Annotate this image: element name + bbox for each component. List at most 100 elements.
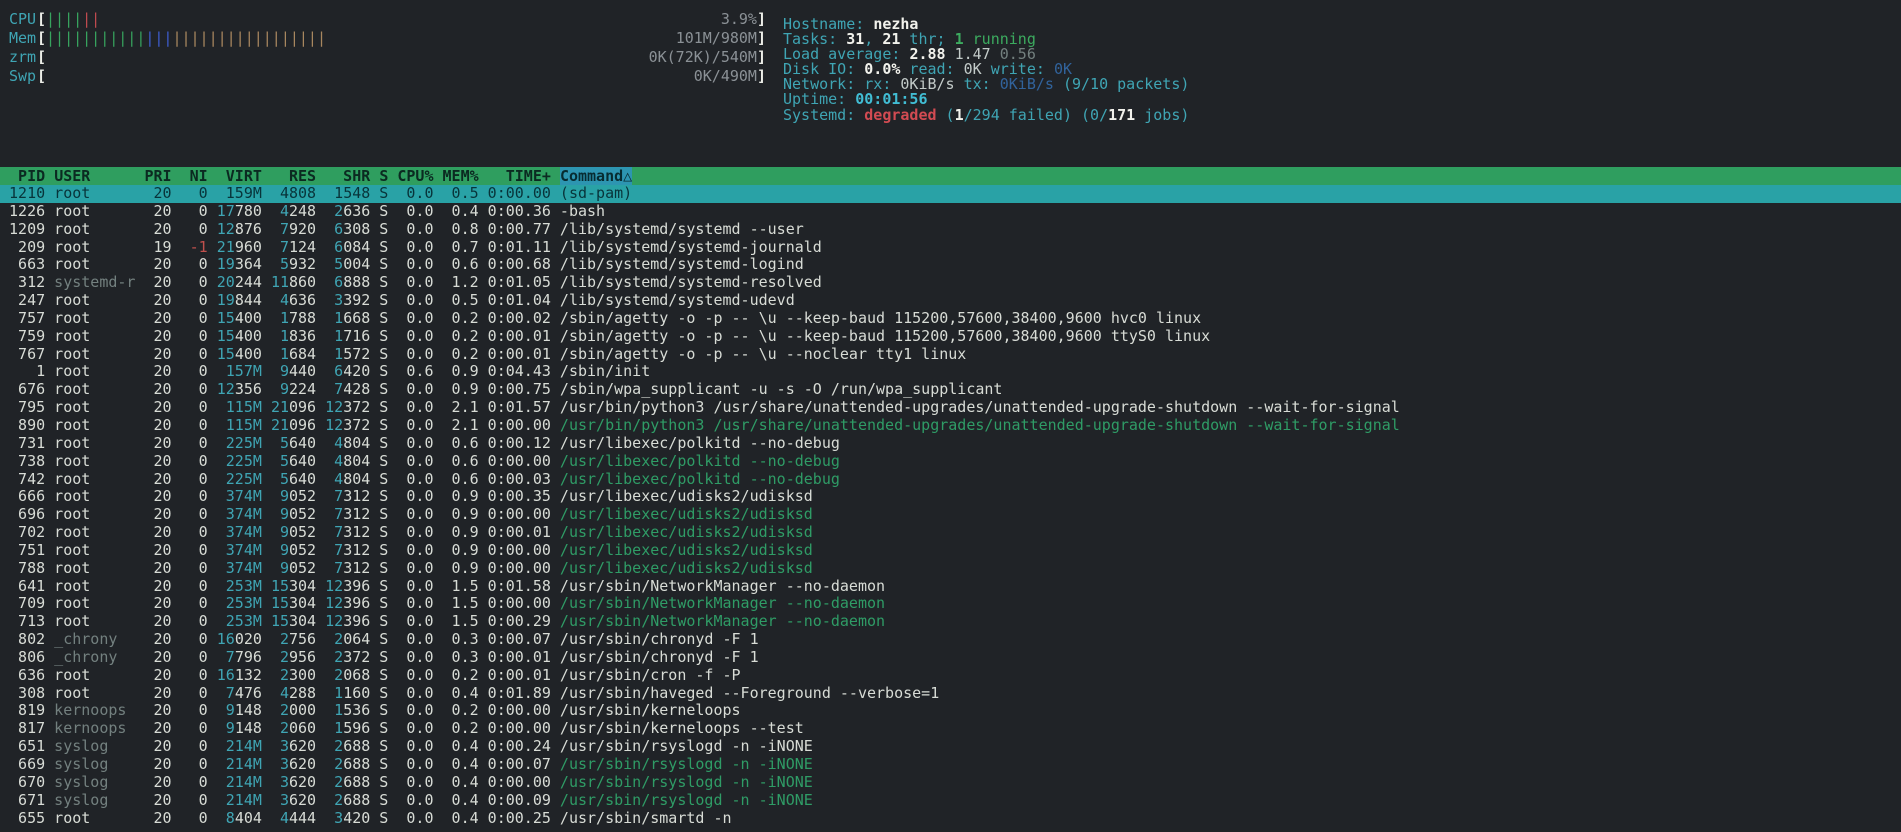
shr-cell: 7: [325, 523, 344, 542]
process-row-641[interactable]: 641 root 20 0 253M 15304 12396 S 0.0 1.5…: [0, 576, 1901, 596]
shr-cell: 428: [343, 380, 371, 399]
process-row-738[interactable]: 738 root 20 0 225M 5640 4804 S 0.0 0.6 0…: [0, 452, 1901, 471]
process-row-671[interactable]: 671 syslog 20 0 214M 3620 2688 S 0.0 0.4…: [0, 791, 1901, 810]
process-row-1226[interactable]: 1226 root 20 0 17780 4248 2636 S 0.0 0.4…: [0, 201, 1901, 221]
time-cell: 0:00.03: [478, 469, 551, 488]
state-cell: S: [370, 665, 389, 684]
process-row-806[interactable]: 806 _chrony 20 0 7796 2956 2372 S 0.0 0.…: [0, 648, 1901, 667]
process-row-669[interactable]: 669 syslog 20 0 214M 3620 2688 S 0.0 0.4…: [0, 755, 1901, 774]
pid-cell: 890: [0, 415, 46, 434]
virt-cell: 7: [216, 683, 235, 702]
cpu-cell: 0.0: [388, 201, 434, 220]
ni-cell: 0: [171, 523, 208, 542]
process-row-713[interactable]: 713 root 20 0 253M 15304 12396 S 0.0 1.5…: [0, 612, 1901, 631]
process-row-636[interactable]: 636 root 20 0 16132 2300 2068 S 0.0 0.2 …: [0, 665, 1901, 685]
column-header-cpu%[interactable]: CPU%: [397, 167, 433, 185]
process-row-767[interactable]: 767 root 20 0 15400 1684 1572 S 0.0 0.2 …: [0, 344, 1901, 364]
column-header-user[interactable]: USER: [54, 167, 135, 185]
time-cell: 0:00.25: [478, 808, 551, 827]
res-cell: 620: [289, 755, 317, 773]
cpu-cell: 0.0: [388, 273, 434, 292]
time-cell: 0:00.75: [478, 380, 551, 399]
process-row-742[interactable]: 742 root 20 0 225M 5640 4804 S 0.0 0.6 0…: [0, 469, 1901, 489]
time-cell: 0:00.00: [478, 558, 551, 577]
shr-cell: 688: [343, 737, 371, 756]
process-row-670[interactable]: 670 syslog 20 0 214M 3620 2688 S 0.0 0.4…: [0, 773, 1901, 792]
cpu-cell: 0.0: [388, 487, 434, 506]
user-cell: root: [45, 201, 136, 220]
cpu-cell: 0.0: [388, 612, 434, 631]
column-header-pri[interactable]: PRI: [145, 167, 172, 185]
res-cell: 11: [270, 273, 289, 292]
column-header-command[interactable]: Command△: [559, 167, 633, 185]
command-cell: /sbin/agetty -o -p -- \u --noclear tty1 …: [550, 344, 967, 363]
process-row-655[interactable]: 655 root 20 0 8404 4444 3420 S 0.0 0.4 0…: [0, 808, 1901, 828]
process-row-802[interactable]: 802 _chrony 20 0 16020 2756 2064 S 0.0 0…: [0, 630, 1901, 649]
virt-cell: 374M: [216, 540, 262, 559]
pri-cell: 20: [135, 612, 172, 631]
res-cell: 7: [270, 219, 289, 238]
cpu-meter-close-bracket: ]: [756, 10, 766, 28]
column-header-pid[interactable]: PID: [9, 167, 45, 185]
cpu-cell: 0.0: [388, 594, 434, 613]
process-row-1210[interactable]: 1210 root 20 0 159M 4808 1548 S 0.0 0.5 …: [0, 185, 1901, 203]
pri-cell: 20: [135, 808, 172, 827]
command-cell: /usr/bin/python3 /usr/share/unattended-u…: [550, 415, 1400, 434]
shr-cell: 372: [343, 398, 371, 417]
process-row-795[interactable]: 795 root 20 0 115M 21096 12372 S 0.0 2.1…: [0, 398, 1901, 417]
process-row-247[interactable]: 247 root 20 0 19844 4636 3392 S 0.0 0.5 …: [0, 291, 1901, 310]
time-cell: 0:00.29: [478, 612, 551, 631]
column-header-mem%[interactable]: MEM%: [443, 167, 479, 185]
process-row-308[interactable]: 308 root 20 0 7476 4288 1160 S 0.0 0.4 0…: [0, 683, 1901, 703]
res-cell: 124: [289, 237, 317, 256]
process-row-788[interactable]: 788 root 20 0 374M 9052 7312 S 0.0 0.9 0…: [0, 558, 1901, 578]
cpu-cell: 0.0: [388, 540, 434, 559]
column-header-time+[interactable]: TIME+: [488, 167, 551, 185]
mem-cell: 1.5: [433, 576, 479, 595]
process-row-696[interactable]: 696 root 20 0 374M 9052 7312 S 0.0 0.9 0…: [0, 505, 1901, 524]
pid-cell: 696: [0, 505, 46, 524]
column-header-s[interactable]: S: [379, 167, 388, 185]
user-cell: _chrony: [45, 630, 136, 649]
shr-cell: 2: [325, 201, 344, 220]
process-row-759[interactable]: 759 root 20 0 15400 1836 1716 S 0.0 0.2 …: [0, 327, 1901, 346]
cpu-cell: 0.0: [388, 665, 434, 684]
process-row-817[interactable]: 817 kernoops 20 0 9148 2060 1596 S 0.0 0…: [0, 719, 1901, 738]
mem-cell: 0.9: [433, 558, 479, 577]
process-row-819[interactable]: 819 kernoops 20 0 9148 2000 1536 S 0.0 0…: [0, 702, 1901, 720]
process-row-757[interactable]: 757 root 20 0 15400 1788 1668 S 0.0 0.2 …: [0, 308, 1901, 328]
process-row-663[interactable]: 663 root 20 0 19364 5932 5004 S 0.0 0.6 …: [0, 255, 1901, 274]
process-row-676[interactable]: 676 root 20 0 12356 9224 7428 S 0.0 0.9 …: [0, 380, 1901, 399]
process-row-702[interactable]: 702 root 20 0 374M 9052 7312 S 0.0 0.9 0…: [0, 523, 1901, 542]
command-cell: /usr/libexec/udisks2/udisksd: [550, 558, 813, 577]
process-row-890[interactable]: 890 root 20 0 115M 21096 12372 S 0.0 2.1…: [0, 415, 1901, 435]
process-row-1[interactable]: 1 root 20 0 157M 9440 6420 S 0.6 0.9 0:0…: [0, 363, 1901, 381]
mem-cell: 0.6: [433, 433, 479, 452]
process-row-312[interactable]: 312 systemd-r 20 0 20244 11860 6888 S 0.…: [0, 273, 1901, 292]
process-row-209[interactable]: 209 root 19 -1 21960 7124 6084 S 0.0 0.7…: [0, 237, 1901, 257]
pid-cell: 1210: [0, 185, 46, 202]
time-cell: 0:00.02: [478, 308, 551, 327]
process-row-666[interactable]: 666 root 20 0 374M 9052 7312 S 0.0 0.9 0…: [0, 487, 1901, 506]
column-header-ni[interactable]: NI: [181, 167, 208, 185]
process-row-731[interactable]: 731 root 20 0 225M 5640 4804 S 0.0 0.6 0…: [0, 433, 1901, 453]
column-header-virt[interactable]: VIRT: [217, 167, 262, 185]
state-cell: S: [370, 594, 389, 613]
process-row-651[interactable]: 651 syslog 20 0 214M 3620 2688 S 0.0 0.4…: [0, 737, 1901, 756]
ni-cell: 0: [171, 380, 208, 399]
res-cell: 7: [270, 237, 289, 256]
time-cell: 0:00.68: [478, 255, 551, 274]
cpu-meter-open-bracket: [: [37, 10, 47, 28]
state-cell: S: [370, 433, 389, 452]
mem-cell: 0.2: [433, 701, 479, 720]
process-row-709[interactable]: 709 root 20 0 253M 15304 12396 S 0.0 1.5…: [0, 594, 1901, 613]
column-header-shr[interactable]: SHR: [325, 167, 370, 185]
column-header-res[interactable]: RES: [271, 167, 316, 185]
htop-terminal: CPU[|||||| 3.9%] Mem[|||||||||||||||||||||…: [0, 0, 1901, 832]
process-row-1209[interactable]: 1209 root 20 0 12876 7920 6308 S 0.0 0.8…: [0, 219, 1901, 239]
process-row-751[interactable]: 751 root 20 0 374M 9052 7312 S 0.0 0.9 0…: [0, 540, 1901, 560]
shr-cell: 420: [343, 362, 371, 381]
state-cell: S: [370, 273, 389, 292]
pri-cell: 20: [135, 630, 172, 649]
pri-cell: 20: [135, 755, 172, 773]
